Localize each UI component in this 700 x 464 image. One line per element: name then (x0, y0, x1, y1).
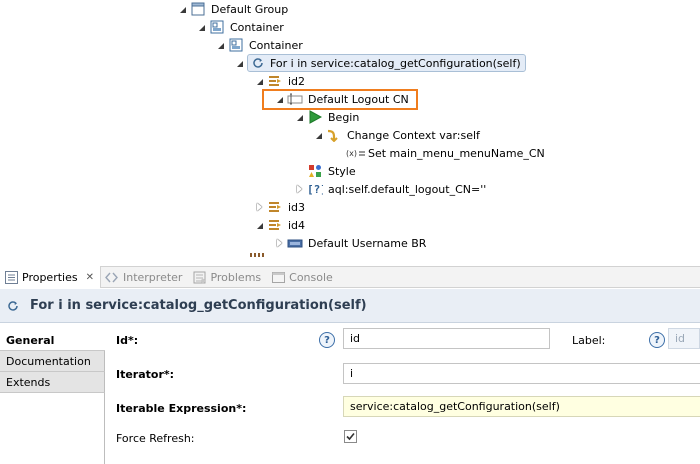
for-loop-icon (250, 55, 266, 71)
help-icon[interactable]: ? (649, 332, 665, 348)
tree-row-container-nested[interactable]: Container (215, 36, 303, 54)
tree-node-label: Container (249, 38, 303, 52)
tree-node-label: id2 (288, 74, 306, 88)
highlight-box (262, 89, 418, 110)
set-variable-icon: (x) (346, 145, 366, 161)
id-label: Id*: (116, 334, 139, 347)
leaf-spacer (294, 162, 304, 180)
section-tab-extends[interactable]: Extends (0, 372, 105, 393)
tree-node-label: Default Username BR (308, 236, 427, 250)
force-refresh-label: Force Refresh: (116, 432, 195, 445)
selected-node[interactable]: For i in service:catalog_getConfiguratio… (247, 54, 526, 72)
checkmark-icon (346, 432, 355, 441)
collapse-arrow-icon[interactable] (274, 234, 284, 252)
view-tab-bar: Properties ✕ Interpreter Problems Consol… (0, 266, 700, 288)
tree-row-container[interactable]: Container (196, 18, 284, 36)
expand-arrow-icon[interactable] (196, 18, 206, 36)
iterator-field[interactable]: i (343, 363, 700, 384)
expand-arrow-icon[interactable] (294, 108, 304, 126)
container-id-icon (267, 199, 283, 215)
tree-row-id3[interactable]: id3 (254, 198, 305, 216)
section-tab-documentation[interactable]: Documentation (0, 351, 105, 372)
collapse-arrow-icon[interactable] (294, 180, 304, 198)
tab-label: Console (289, 270, 333, 284)
label-field[interactable]: id (668, 328, 700, 349)
id-value: id (350, 332, 361, 345)
tree-node-label: Set main_menu_menuName_CN (368, 146, 545, 160)
svg-text:[?]: [?] (307, 183, 323, 196)
expand-arrow-icon[interactable] (234, 54, 244, 72)
tree-node-label: id3 (288, 200, 306, 214)
id-field[interactable]: id (343, 328, 550, 349)
tab-label: Problems (210, 270, 262, 284)
section-tab-general[interactable]: General (0, 330, 105, 351)
section-tabs-filler (0, 393, 105, 464)
properties-title-bar: For i in service:catalog_getConfiguratio… (0, 289, 700, 323)
tree-node-label: Change Context var:self (347, 128, 480, 142)
tree-node-label: Style (328, 164, 356, 178)
properties-icon (4, 269, 18, 285)
iterator-label: Iterator*: (116, 368, 175, 381)
tree-row-id4[interactable]: id4 (254, 216, 305, 234)
tree-row-change-context[interactable]: Change Context var:self (313, 126, 480, 144)
help-icon[interactable]: ? (319, 332, 335, 348)
properties-section-tabs: General Documentation Extends (0, 330, 105, 464)
tree-row-id2[interactable]: id2 (254, 72, 305, 90)
expand-arrow-icon[interactable] (313, 126, 323, 144)
properties-title: For i in service:catalog_getConfiguratio… (30, 298, 367, 313)
tab-label: Interpreter (122, 270, 183, 284)
change-context-icon (326, 127, 342, 143)
container-icon (209, 19, 225, 35)
tree-node-label: id4 (288, 218, 306, 232)
more-items-indicator (250, 253, 264, 257)
conditional-icon: [?] (307, 181, 323, 197)
tree-node-label: Default Group (211, 2, 289, 16)
force-refresh-checkbox[interactable] (344, 430, 357, 443)
expand-arrow-icon[interactable] (254, 216, 264, 234)
expand-arrow-icon[interactable] (215, 36, 225, 54)
general-form: Id*: ? id Label: ? id Iterator*: i Itera… (105, 323, 700, 464)
text-widget-icon (287, 235, 303, 251)
container-icon (228, 37, 244, 53)
tree-row-style[interactable]: Style (294, 162, 356, 180)
tree-row-conditional[interactable]: [?] aql:self.default_logout_CN='' (294, 180, 486, 198)
interpreter-icon (105, 269, 119, 285)
tab-label: Properties (22, 270, 78, 284)
iterable-expression-field[interactable]: service:catalog_getConfiguration(self) (343, 396, 700, 417)
begin-play-icon (307, 109, 323, 125)
iterator-value: i (350, 367, 354, 380)
iterable-expression-value: service:catalog_getConfiguration(self) (350, 400, 560, 413)
leaf-spacer (333, 144, 343, 162)
tree-row-for-loop[interactable]: For i in service:catalog_getConfiguratio… (234, 54, 526, 72)
tree-node-label: For i in service:catalog_getConfiguratio… (270, 56, 521, 70)
container-id-icon (267, 217, 283, 233)
for-loop-icon (5, 298, 21, 314)
group-icon (190, 1, 206, 17)
tree-view: Default Group Container Container For i … (0, 0, 700, 262)
container-id-icon (267, 73, 283, 89)
expand-arrow-icon[interactable] (254, 72, 264, 90)
label-label: Label: (572, 334, 606, 347)
label-value: id (675, 332, 686, 345)
tab-problems[interactable]: Problems (188, 267, 267, 288)
tree-row-set-variable[interactable]: (x) Set main_menu_menuName_CN (333, 144, 545, 162)
style-icon (307, 163, 323, 179)
svg-text:(x): (x) (346, 149, 357, 158)
tree-node-label: Container (230, 20, 284, 34)
tree-node-label: aql:self.default_logout_CN='' (328, 182, 487, 196)
tree-row-default-username-br[interactable]: Default Username BR (274, 234, 426, 252)
tree-node-label: Begin (328, 110, 360, 124)
tab-properties[interactable]: Properties ✕ (0, 266, 101, 288)
tree-row-begin[interactable]: Begin (294, 108, 359, 126)
problems-icon (192, 269, 206, 285)
iterable-expression-label: Iterable Expression*: (116, 402, 247, 415)
tab-console[interactable]: Console (267, 267, 339, 288)
tab-interpreter[interactable]: Interpreter (101, 267, 188, 288)
expand-arrow-icon[interactable] (177, 0, 187, 18)
close-icon[interactable]: ✕ (86, 272, 94, 283)
tree-row-default-group[interactable]: Default Group (177, 0, 288, 18)
collapse-arrow-icon[interactable] (254, 198, 264, 216)
console-icon (271, 269, 285, 285)
